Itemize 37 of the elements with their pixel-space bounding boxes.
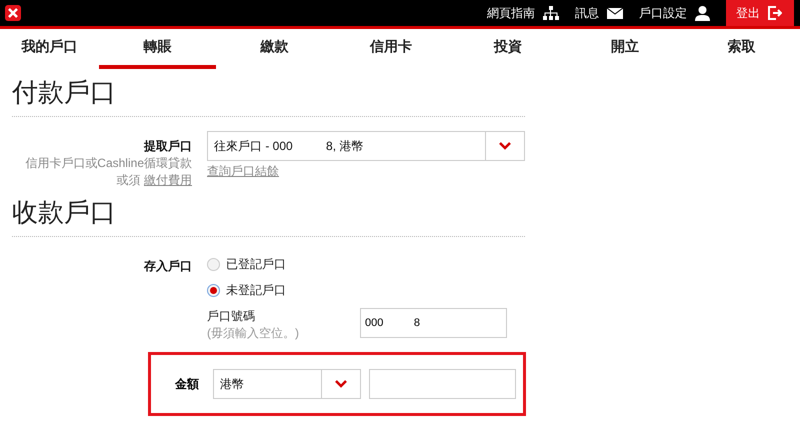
header-link[interactable]: 網頁指南 <box>487 4 559 22</box>
sitemap-icon <box>543 6 559 20</box>
section-heading: 付款戶口 <box>12 75 525 117</box>
header-link[interactable]: 訊息 <box>575 4 623 22</box>
field-label: 戶口號碼 <box>207 308 256 325</box>
logo-icon[interactable] <box>5 5 21 21</box>
radio-button[interactable] <box>207 284 220 297</box>
radio-option[interactable]: 已登記戶口 <box>207 256 525 273</box>
field-note: 或須 <box>116 173 141 187</box>
field-label: 提取戶口 <box>142 138 192 155</box>
field-label: 金額 <box>174 376 199 392</box>
header-link[interactable]: 戶口設定 <box>639 4 710 22</box>
logout-icon <box>768 6 782 20</box>
user-icon <box>695 6 710 20</box>
nav-tab[interactable]: 轉賬 <box>99 29 216 69</box>
nav-tab[interactable]: 開立 <box>566 29 684 69</box>
mail-icon <box>607 8 623 18</box>
nav-tab[interactable]: 繳款 <box>216 29 333 69</box>
nav-tab[interactable]: 索取 <box>683 29 800 69</box>
account-number-field[interactable]: 000 8 <box>360 308 507 338</box>
nav-tab[interactable]: 投資 <box>450 29 566 69</box>
chevron-down-icon <box>499 142 511 150</box>
section-heading: 收款戶口 <box>12 195 525 237</box>
radio-option[interactable]: 未登記戶口 <box>207 282 525 299</box>
chevron-down-icon <box>335 380 347 388</box>
field-hint: (毋須輸入空位。) <box>207 325 299 342</box>
fee-link[interactable]: 繳付費用 <box>144 173 192 187</box>
nav-tab[interactable]: 信用卡 <box>332 29 450 69</box>
account-select[interactable]: 往來戶口 - 000 8, 港幣 <box>207 131 525 161</box>
field-note: 信用卡戶口或Cashline循環貸款 <box>24 155 192 172</box>
balance-link[interactable]: 查詢戶口結餘 <box>207 164 279 178</box>
amount-field[interactable] <box>369 369 516 399</box>
radio-button[interactable] <box>207 258 220 271</box>
currency-select[interactable]: 港幣 <box>213 369 361 399</box>
logout-button[interactable]: 登出 <box>726 0 794 26</box>
field-label: 存入戶口 <box>142 258 192 275</box>
nav-tab[interactable]: 我的戶口 <box>0 29 100 69</box>
